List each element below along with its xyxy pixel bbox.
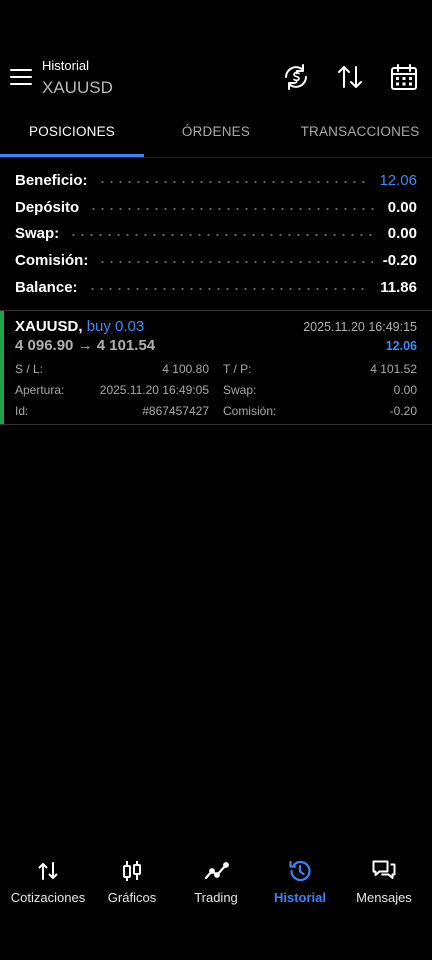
summary-value: 0.00 xyxy=(387,224,417,242)
summary-label: Swap: xyxy=(15,224,60,242)
tab-positions[interactable]: POSICIONES xyxy=(0,124,144,139)
summary-row-deposit: Depósito 0.00 xyxy=(15,196,417,218)
dotted-leader xyxy=(97,181,370,183)
dotted-leader xyxy=(69,234,378,236)
nav-trading[interactable]: Trading xyxy=(173,858,259,908)
page-title: Historial xyxy=(42,58,89,73)
summary-label: Balance: xyxy=(15,278,78,296)
summary-value: 12.06 xyxy=(379,171,417,189)
summary-label: Beneficio: xyxy=(15,171,88,189)
dotted-leader xyxy=(98,261,373,263)
profit-indicator-bar xyxy=(0,311,4,424)
close-time: 2025.11.20 16:49:15 xyxy=(303,320,417,334)
open-time-label: Apertura: xyxy=(15,383,65,397)
sl-label: S / L: xyxy=(15,362,44,376)
id-value: #867457427 xyxy=(142,404,209,418)
arrow-right-icon: → xyxy=(77,337,93,354)
tab-divider xyxy=(0,157,432,158)
nav-label: Historial xyxy=(273,890,326,905)
sl-value: 4 100.80 xyxy=(162,362,209,376)
dotted-leader xyxy=(89,208,378,210)
summary-row-balance: Balance: 11.86 xyxy=(15,276,417,298)
history-clock-icon xyxy=(287,858,313,884)
nav-charts[interactable]: Gráficos xyxy=(89,858,175,908)
tab-orders[interactable]: ÓRDENES xyxy=(144,124,288,139)
calendar-icon[interactable] xyxy=(389,62,419,92)
menu-icon[interactable] xyxy=(10,69,32,87)
summary-value: -0.20 xyxy=(382,251,417,269)
nav-label: Cotizaciones xyxy=(10,890,86,905)
summary-row-swap: Swap: 0.00 xyxy=(15,222,417,244)
id-label: Id: xyxy=(15,404,29,418)
summary-row-profit: Beneficio: 12.06 xyxy=(15,169,417,191)
summary-label: Depósito xyxy=(15,198,80,216)
summary-label: Comisión: xyxy=(15,251,89,269)
summary-value: 0.00 xyxy=(387,198,417,216)
summary-value: 11.86 xyxy=(380,278,417,296)
position-side-volume: buy 0.03 xyxy=(86,318,145,335)
dollar-refresh-icon[interactable] xyxy=(281,62,311,92)
trend-line-icon xyxy=(203,858,229,884)
open-time-value: 2025.11.20 16:49:05 xyxy=(99,383,209,397)
nav-label: Trading xyxy=(194,890,238,905)
nav-label: Gráficos xyxy=(107,890,157,905)
commission-value: -0.20 xyxy=(389,404,417,418)
swap-value: 0.00 xyxy=(393,383,417,397)
swap-label: Swap: xyxy=(223,383,257,397)
open-price: 4 096.90 xyxy=(15,337,74,354)
chat-bubbles-icon xyxy=(371,858,397,884)
position-prices: 4 096.90 → 4 101.54 xyxy=(15,337,155,354)
tab-transactions[interactable]: TRANSACCIONES xyxy=(288,124,432,139)
quotes-arrows-icon xyxy=(35,858,61,884)
summary-row-commission: Comisión: -0.20 xyxy=(15,249,417,271)
tp-label: T / P: xyxy=(223,362,252,376)
list-divider-bottom xyxy=(0,424,432,425)
tp-value: 4 101.52 xyxy=(370,362,417,376)
nav-history[interactable]: Historial xyxy=(257,858,343,908)
position-header: XAUUSD, buy 0.03 xyxy=(15,318,144,335)
nav-label: Mensajes xyxy=(356,890,412,905)
nav-quotes[interactable]: Cotizaciones xyxy=(5,858,91,908)
candlestick-icon xyxy=(119,858,145,884)
symbol-subtitle: XAUUSD xyxy=(42,78,113,97)
sort-arrows-icon[interactable] xyxy=(335,62,365,92)
position-profit: 12.06 xyxy=(385,339,417,353)
nav-messages[interactable]: Mensajes xyxy=(341,858,427,908)
commission-label: Comisión: xyxy=(223,404,277,418)
dotted-leader xyxy=(87,288,371,290)
position-symbol: XAUUSD, xyxy=(15,318,83,335)
close-price: 4 101.54 xyxy=(96,337,156,354)
